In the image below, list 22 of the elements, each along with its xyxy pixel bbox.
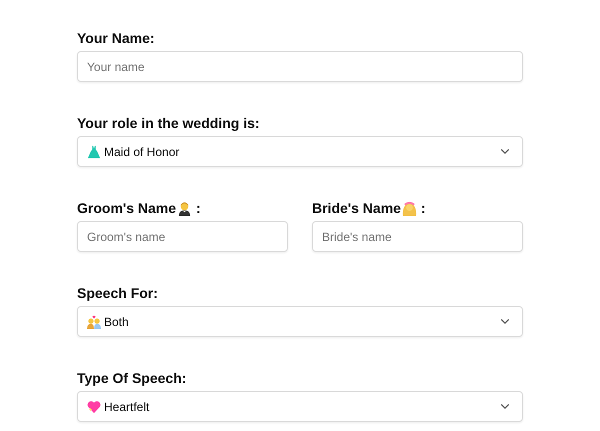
dropdown-field[interactable]: Both [77, 306, 523, 337]
groom-icon [177, 200, 192, 216]
field-label: Type Of Speech: [77, 370, 186, 386]
field-label: Speech For: [77, 285, 158, 301]
heart-icon [87, 400, 101, 414]
text-field[interactable]: Bride's name [312, 221, 523, 252]
couple-icon [87, 314, 101, 328]
dropdown-field[interactable]: Heartfelt [77, 391, 523, 422]
dress-icon [87, 144, 101, 158]
field-label: Your Name: [77, 30, 155, 46]
label-colon: : [196, 200, 201, 216]
field-label: Bride's Name [312, 200, 401, 216]
text-field[interactable]: Your name [77, 51, 523, 82]
label-colon: : [420, 200, 426, 216]
chevron-down-icon [500, 403, 510, 410]
bride-icon [402, 200, 417, 216]
field-label: Your role in the wedding is: [77, 115, 260, 131]
field-label: Groom's Name [77, 200, 176, 216]
text-field[interactable]: Groom's name [77, 221, 288, 252]
chevron-down-icon [500, 148, 510, 155]
dropdown-field[interactable]: Maid of Honor [77, 136, 523, 167]
chevron-down-icon [500, 318, 510, 325]
